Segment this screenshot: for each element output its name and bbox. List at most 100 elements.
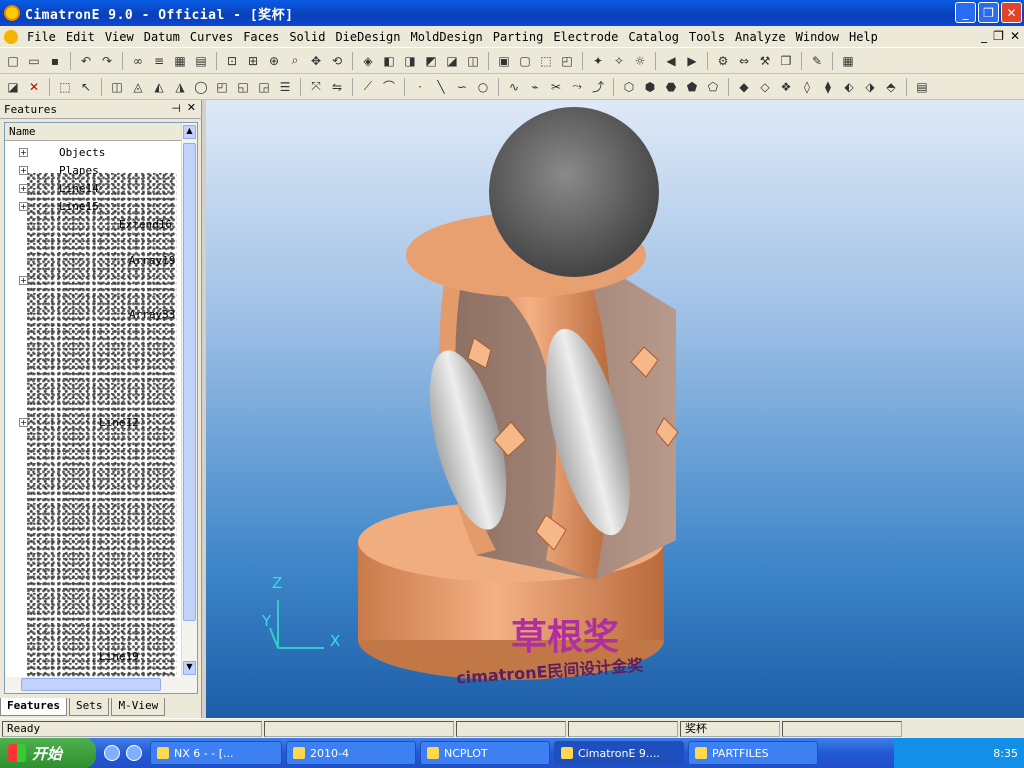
minimize-button[interactable]: _ [955, 2, 976, 23]
menu-diedesign[interactable]: DieDesign [330, 30, 405, 44]
new-file-icon[interactable]: □ [4, 52, 22, 70]
circle-icon[interactable]: ○ [474, 78, 492, 96]
pin-icon[interactable]: ⊣ [171, 102, 181, 115]
vertical-scrollbar[interactable]: ▲ ▼ [181, 123, 197, 693]
menu-solid[interactable]: Solid [284, 30, 330, 44]
face-blend-icon[interactable]: ◇ [756, 78, 774, 96]
face-ruled-icon[interactable]: ◆ [735, 78, 753, 96]
offset-curve-icon[interactable]: ⌁ [526, 78, 544, 96]
face-offset-icon[interactable]: ⧫ [819, 78, 837, 96]
sketch-tool-icon[interactable]: ✎ [808, 52, 826, 70]
menu-analyze[interactable]: Analyze [730, 30, 791, 44]
expand-icon[interactable]: + [19, 202, 28, 211]
selection-box-icon[interactable]: ⬚ [56, 78, 74, 96]
menu-datum[interactable]: Datum [139, 30, 185, 44]
pick-arrow-icon[interactable]: ↖ [77, 78, 95, 96]
menu-file[interactable]: File [22, 30, 61, 44]
measure-icon[interactable]: ⇔ [735, 52, 753, 70]
tool-icon[interactable]: ⚒ [756, 52, 774, 70]
filter-curves-icon[interactable]: ◭ [150, 78, 168, 96]
face-drive-icon[interactable]: ❖ [777, 78, 795, 96]
loft-icon[interactable]: ⬟ [683, 78, 701, 96]
filter-solids-icon[interactable]: ◯ [192, 78, 210, 96]
menu-view[interactable]: View [100, 30, 139, 44]
sweep-icon[interactable]: ⬣ [662, 78, 680, 96]
filter-faces-icon[interactable]: ◫ [108, 78, 126, 96]
extend-icon[interactable]: ⤳ [568, 78, 586, 96]
menu-faces[interactable]: Faces [238, 30, 284, 44]
filter-edges-icon[interactable]: ◬ [129, 78, 147, 96]
point-icon[interactable]: · [411, 78, 429, 96]
taskbar-item[interactable]: PARTFILES [688, 741, 818, 765]
arc-icon[interactable]: ∽ [453, 78, 471, 96]
tab-features[interactable]: Features [0, 698, 67, 716]
close-button[interactable]: ✕ [1001, 2, 1022, 23]
view-iso-icon[interactable]: ◈ [359, 52, 377, 70]
copy-icon[interactable]: ❐ [777, 52, 795, 70]
light-on-icon[interactable]: ✧ [610, 52, 628, 70]
tab-sets[interactable]: Sets [68, 698, 110, 716]
menu-edit[interactable]: Edit [61, 30, 100, 44]
split-icon[interactable]: ⤴ [589, 78, 607, 96]
expand-icon[interactable]: + [19, 276, 28, 285]
assembly-icon[interactable]: ⚙ [714, 52, 732, 70]
menu-help[interactable]: Help [844, 30, 883, 44]
menu-parting[interactable]: Parting [488, 30, 549, 44]
hscroll-thumb[interactable] [21, 678, 161, 691]
back-arrow-icon[interactable]: ◀ [662, 52, 680, 70]
expand-icon[interactable]: + [19, 418, 28, 427]
layers-icon[interactable]: ▤ [192, 52, 210, 70]
extrude-icon[interactable]: ⬡ [620, 78, 638, 96]
expand-icon[interactable]: + [19, 166, 28, 175]
render-mode-icon[interactable]: ◰ [558, 52, 576, 70]
filter-all-icon[interactable]: ◱ [234, 78, 252, 96]
delete-icon[interactable]: ✕ [25, 78, 43, 96]
wireframe-icon[interactable]: ▢ [516, 52, 534, 70]
grid-view-icon[interactable]: ▦ [839, 52, 857, 70]
shaded-icon[interactable]: ▣ [495, 52, 513, 70]
open-folder-icon[interactable]: ▭ [25, 52, 43, 70]
mdi-restore-button[interactable]: ❐ [993, 29, 1004, 43]
feature-tree[interactable]: Name + Objects + Planes + Line14 + Line1… [4, 122, 198, 694]
menu-tools[interactable]: Tools [684, 30, 730, 44]
mdi-close-button[interactable]: ✕ [1010, 29, 1020, 43]
table-icon[interactable]: ▦ [171, 52, 189, 70]
expand-icon[interactable]: + [19, 184, 28, 193]
transform-icon[interactable]: ⤧ [307, 78, 325, 96]
taskbar-item[interactable]: CimatronE 9.... [554, 741, 684, 765]
scroll-up-icon[interactable]: ▲ [183, 125, 196, 139]
zoom-fit-icon[interactable]: ⊡ [223, 52, 241, 70]
forward-arrow-icon[interactable]: ▶ [683, 52, 701, 70]
mirror-icon[interactable]: ⇋ [328, 78, 346, 96]
redo-icon[interactable]: ↷ [98, 52, 116, 70]
menu-window[interactable]: Window [791, 30, 844, 44]
trim-icon[interactable]: ✂ [547, 78, 565, 96]
line-icon[interactable]: ╲ [432, 78, 450, 96]
taskbar-item[interactable]: 2010-4 [286, 741, 416, 765]
shell-icon[interactable]: ⬠ [704, 78, 722, 96]
face-split-icon[interactable]: ⬖ [840, 78, 858, 96]
revolve-icon[interactable]: ⬢ [641, 78, 659, 96]
light-off-icon[interactable]: ☼ [631, 52, 649, 70]
select-part-icon[interactable]: ◪ [4, 78, 22, 96]
mdi-minimize-button[interactable]: _ [981, 29, 987, 43]
internet-explorer-icon[interactable] [104, 745, 120, 761]
menu-catalog[interactable]: Catalog [623, 30, 684, 44]
view-left-icon[interactable]: ◪ [443, 52, 461, 70]
filter-points-icon[interactable]: ◮ [171, 78, 189, 96]
filter-icon[interactable]: ≡ [150, 52, 168, 70]
horizontal-scrollbar[interactable] [5, 677, 183, 693]
menu-curves[interactable]: Curves [185, 30, 238, 44]
zoom-dynamic-icon[interactable]: ⊕ [265, 52, 283, 70]
start-button[interactable]: 开始 [0, 738, 96, 768]
face-delete-icon[interactable]: ⬗ [861, 78, 879, 96]
view-right-icon[interactable]: ◩ [422, 52, 440, 70]
save-icon[interactable]: ▪ [46, 52, 64, 70]
hidden-line-icon[interactable]: ⬚ [537, 52, 555, 70]
zoom-window-icon[interactable]: ⊞ [244, 52, 262, 70]
properties-icon[interactable]: ▤ [913, 78, 931, 96]
menu-electrode[interactable]: Electrode [548, 30, 623, 44]
view-top-icon[interactable]: ◨ [401, 52, 419, 70]
scroll-down-icon[interactable]: ▼ [183, 661, 196, 675]
light-bulb-icon[interactable]: ✦ [589, 52, 607, 70]
